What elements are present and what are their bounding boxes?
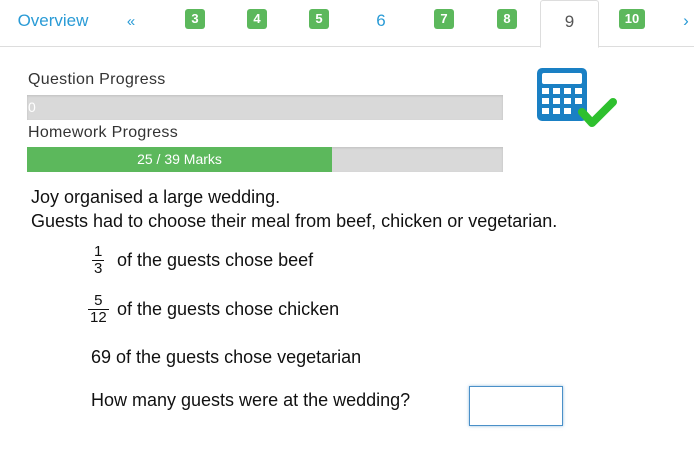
tab-question-3-badge: 3 <box>185 8 205 29</box>
answer-input[interactable] <box>469 386 563 426</box>
chicken-numerator: 5 <box>94 292 103 309</box>
chevron-right-icon: › <box>683 11 689 30</box>
tab-question-4[interactable]: 4 <box>226 0 288 47</box>
question-progress-label: Question Progress <box>28 71 166 88</box>
tab-question-7[interactable]: 7 <box>413 0 475 47</box>
tab-question-8[interactable]: 8 <box>476 0 538 47</box>
tab-question-6-label: 6 <box>376 11 386 30</box>
question-intro: Joy organised a large wedding. <box>31 187 281 207</box>
tab-question-8-badge: 8 <box>497 8 517 29</box>
double-chevron-left-icon: « <box>126 13 136 30</box>
tab-next[interactable]: › <box>678 0 694 47</box>
question-progress-text: 0 <box>28 99 36 115</box>
beef-statement: of the guests chose beef <box>117 250 314 270</box>
tab-question-5[interactable]: 5 <box>288 0 350 47</box>
tab-question-7-badge: 7 <box>434 8 454 29</box>
tab-question-10-badge: 10 <box>618 8 646 29</box>
calculator-check-icon[interactable] <box>535 66 617 132</box>
vegetarian-statement: 69 of the guests chose vegetarian <box>91 347 362 367</box>
tab-overview-label: Overview <box>17 11 89 30</box>
beef-fraction: 1 3 <box>92 243 105 277</box>
chicken-fraction: 5 12 <box>88 293 109 326</box>
tab-question-9-active[interactable]: 9 <box>540 0 599 48</box>
tab-question-9-label: 9 <box>564 12 575 31</box>
question-context: Guests had to choose their meal from bee… <box>31 211 558 231</box>
beef-denominator: 3 <box>92 260 105 277</box>
tab-question-6[interactable]: 6 <box>350 0 412 47</box>
question-tab-bar: Overview « 3 4 5 6 7 8 9 10 › <box>0 0 694 48</box>
beef-numerator: 1 <box>94 243 103 260</box>
tab-question-5-badge: 5 <box>309 8 329 29</box>
question-progress-bar: 0 <box>27 95 503 120</box>
tab-question-10[interactable]: 10 <box>600 0 664 47</box>
tab-question-3[interactable]: 3 <box>164 0 226 47</box>
tab-question-4-badge: 4 <box>247 8 267 29</box>
tab-previous[interactable]: « <box>106 0 156 47</box>
tab-overview[interactable]: Overview <box>0 0 106 47</box>
question-prompt: How many guests were at the wedding? <box>91 390 411 410</box>
homework-progress-label: Homework Progress <box>28 124 179 141</box>
chicken-statement: of the guests chose chicken <box>117 299 340 319</box>
chicken-denominator: 12 <box>88 309 109 326</box>
homework-progress-bar: 25 / 39 Marks <box>27 147 503 172</box>
homework-progress-text: 25 / 39 Marks <box>137 151 222 167</box>
